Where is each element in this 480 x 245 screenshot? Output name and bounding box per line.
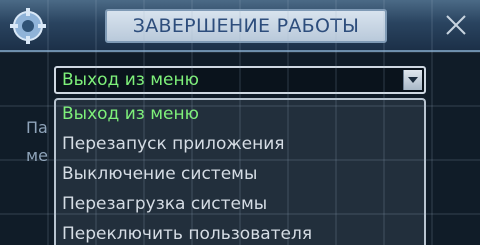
option-reboot[interactable]: Перезагрузка системы [62,194,267,214]
chevron-down-icon[interactable] [403,70,422,90]
window-title: ЗАВЕРШЕНИЕ РАБОТЫ [105,9,387,43]
shutdown-action-select[interactable]: Выход из меню [54,66,426,94]
option-shutdown[interactable]: Выключение системы [62,164,257,184]
title-bar: ЗАВЕРШЕНИЕ РАБОТЫ [0,0,480,52]
option-restart-app[interactable]: Перезапуск приложения [62,134,285,154]
gear-settings-icon [10,8,46,44]
close-icon[interactable] [440,9,472,41]
background-label-1: Па [26,118,48,137]
background-label-2: ме [26,146,48,165]
select-current-value: Выход из меню [62,70,199,90]
dropdown-list: Выход из меню Перезапуск приложения Выкл… [54,98,426,245]
option-switch-user[interactable]: Переключить пользователя [62,224,312,244]
option-exit-menu[interactable]: Выход из меню [62,104,199,124]
